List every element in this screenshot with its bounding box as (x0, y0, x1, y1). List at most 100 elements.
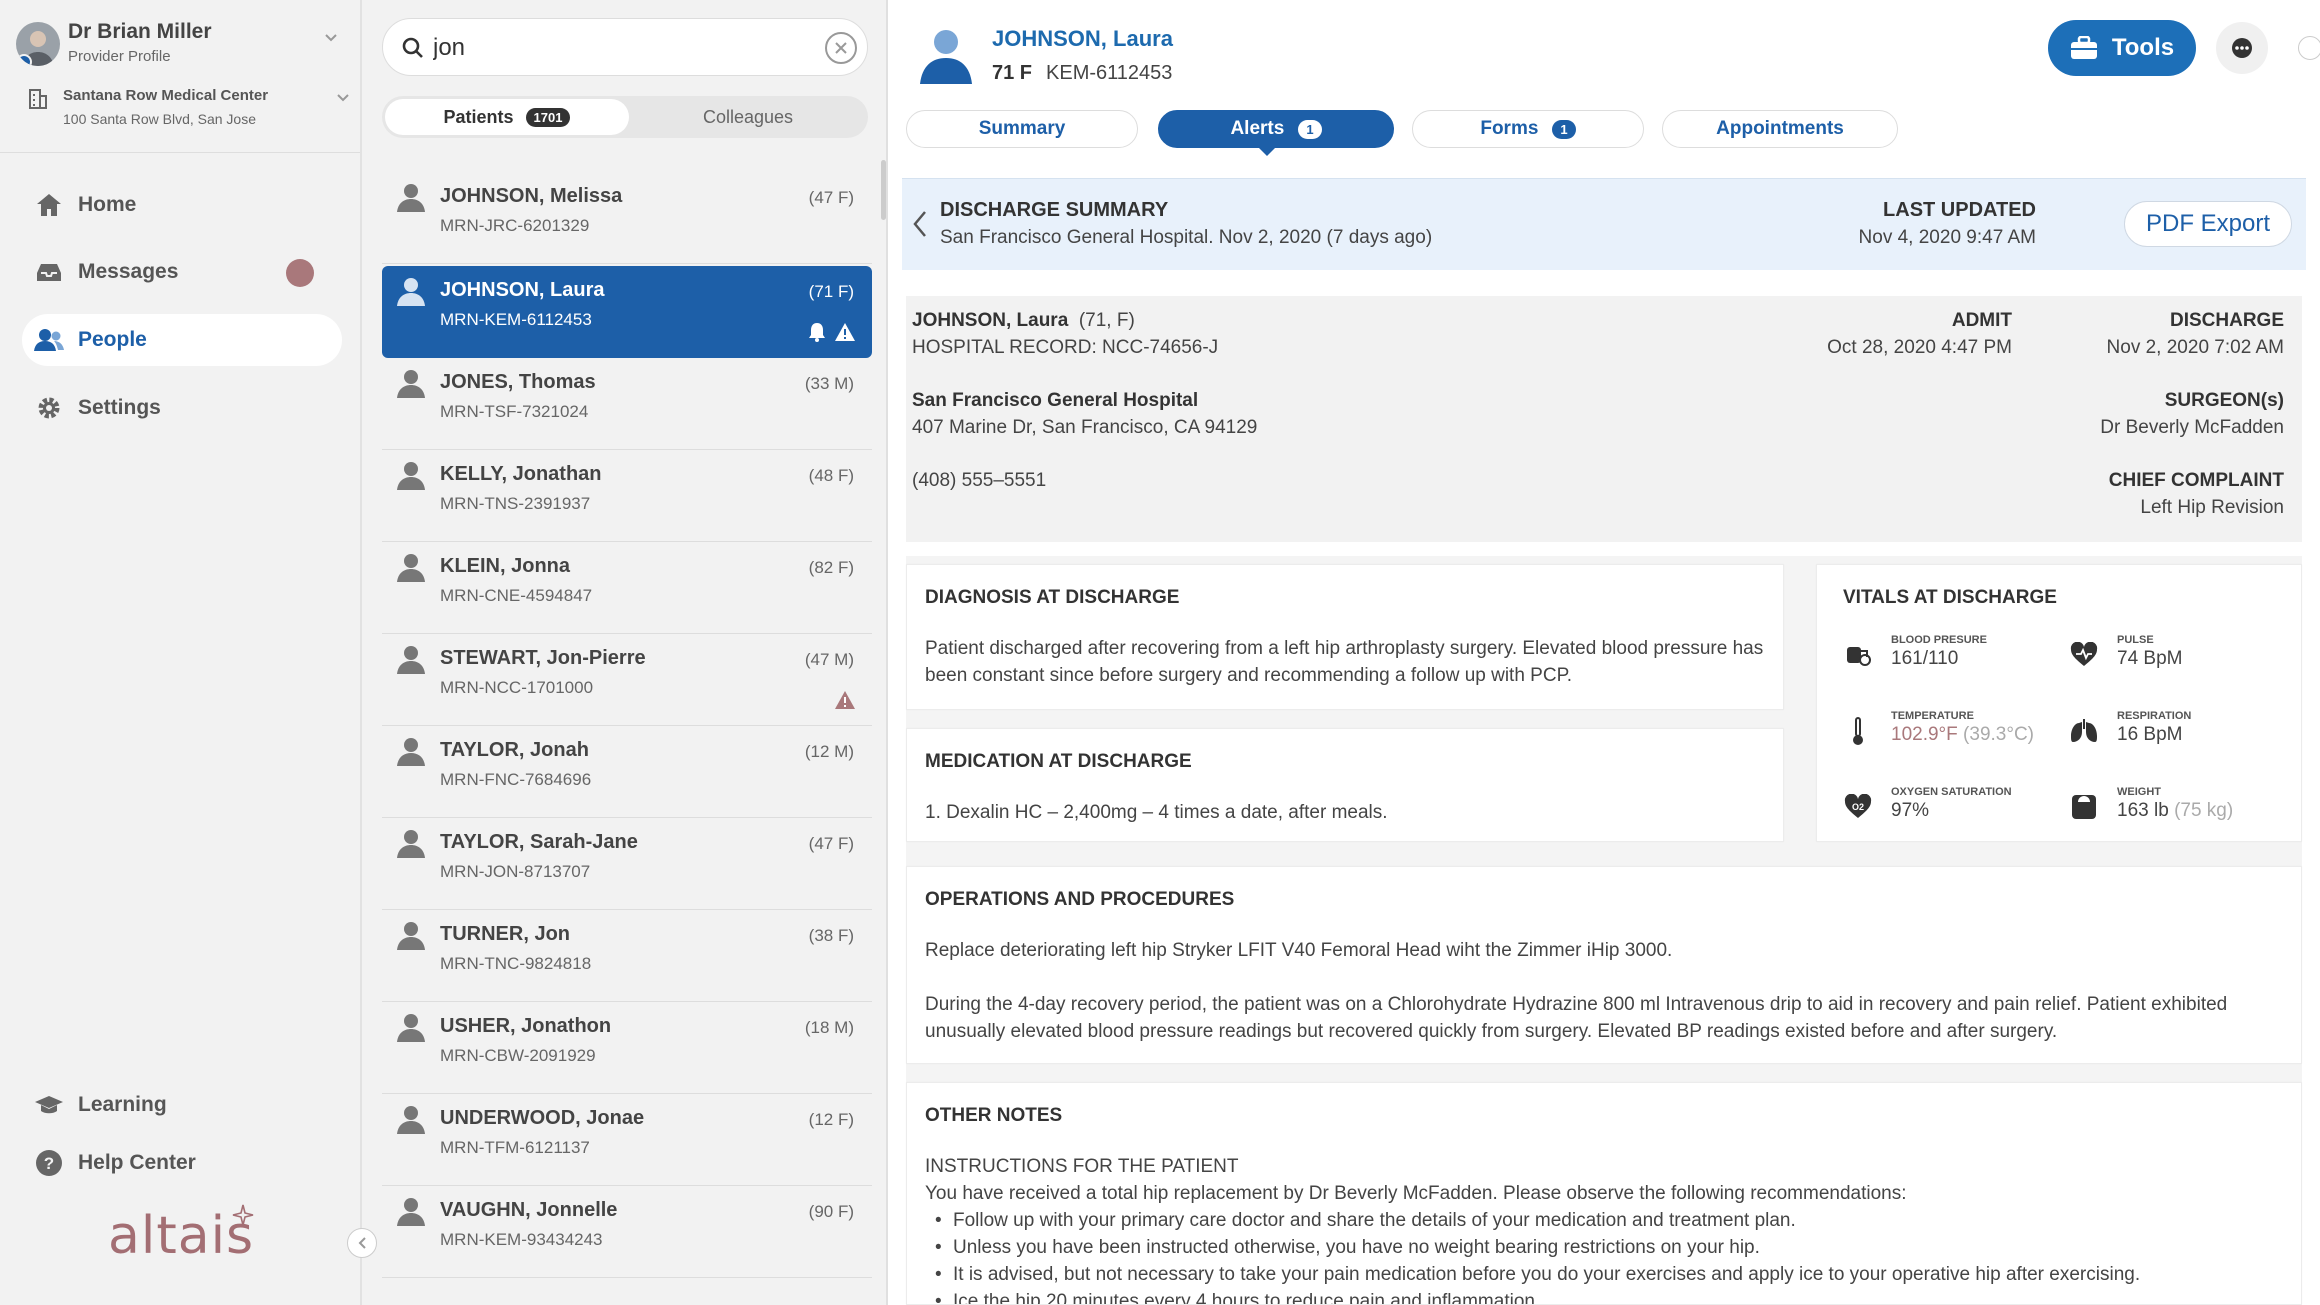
nav-label: Messages (78, 260, 179, 283)
vital-pulse: PULSE 74 BpM (2069, 634, 2269, 690)
vital-respiration: RESPIRATION 16 BpM (2069, 710, 2269, 766)
chevron-down-icon[interactable] (322, 28, 340, 46)
patient-name: USHER, Jonathon (440, 1015, 612, 1037)
patient-mrn: MRN-FNC-7684696 (440, 770, 592, 789)
medication-card: MEDICATION AT DISCHARGE 1. Dexalin HC – … (906, 728, 1784, 842)
nav-item-help-center[interactable]: ? Help Center (22, 1137, 342, 1189)
patient-name-link[interactable]: JOHNSON, Laura (992, 26, 1173, 52)
patient-age: (90 F) (808, 1202, 854, 1221)
patient-record-id: KEM-6112453 (1046, 62, 1173, 84)
patient-row[interactable]: TAYLOR, Jonah (12 M) MRN-FNC-7684696 (382, 726, 872, 818)
patient-row[interactable]: TAYLOR, Sarah-Jane (47 F) MRN-JON-8713707 (382, 818, 872, 910)
list-item: Unless you have been instructed otherwis… (925, 1234, 2285, 1261)
notes-title: OTHER NOTES (925, 1105, 1063, 1126)
patient-row[interactable]: KELLY, Jonathan (48 F) MRN-TNS-2391937 (382, 450, 872, 542)
chevron-left-icon (358, 1237, 366, 1249)
search-input[interactable] (433, 31, 803, 65)
tools-button[interactable]: Tools (2048, 20, 2196, 76)
vital-weight: WEIGHT 163 lb (75 kg) (2069, 786, 2269, 842)
chevron-down-icon[interactable] (334, 88, 352, 106)
search-icon (402, 37, 423, 58)
nav-item-messages[interactable]: Messages (22, 246, 342, 298)
list-segment-control: Patients 1701 Colleagues (382, 96, 868, 138)
patient-row[interactable]: JOHNSON, Melissa (47 F) MRN-JRC-6201329 (382, 172, 872, 264)
provider-name: Dr Brian Miller (68, 20, 212, 43)
other-notes-card: OTHER NOTES INSTRUCTIONS FOR THE PATIENT… (906, 1082, 2302, 1305)
hospital-name: San Francisco General Hospital (912, 390, 1199, 411)
nav-item-people[interactable]: People (22, 314, 342, 366)
nav-item-settings[interactable]: Settings (22, 382, 342, 434)
patient-row[interactable]: USHER, Jonathon (18 M) MRN-CBW-2091929 (382, 1002, 872, 1094)
people-icon (34, 325, 64, 355)
more-icon (2232, 38, 2252, 58)
tab-summary[interactable]: Summary (906, 110, 1138, 148)
left-navigation: Dr Brian Miller Provider Profile Santana… (0, 0, 362, 1305)
vital-oxygen-saturation: O2 OXYGEN SATURATION 97% (1843, 786, 2043, 842)
clinic-selector[interactable]: Santana Row Medical Center 100 Santa Row… (28, 86, 349, 136)
patient-age: (48 F) (808, 466, 854, 485)
warning-icon (835, 323, 855, 341)
segment-colleagues[interactable]: Colleagues (632, 99, 864, 135)
patient-row[interactable]: UNDERWOOD, Jonae (12 F) MRN-TFM-6121137 (382, 1094, 872, 1186)
vital-value: 97% (1891, 800, 1930, 821)
patient-row[interactable]: TURNER, Jon (38 F) MRN-TNC-9824818 (382, 910, 872, 1002)
close-icon (835, 42, 847, 54)
list-item: Follow up with your primary care doctor … (925, 1207, 2285, 1234)
patient-avatar-icon (920, 30, 972, 84)
temperature-f: 102.9°F (1891, 724, 1958, 745)
person-icon (397, 922, 425, 950)
active-tab-caret (1258, 147, 1276, 156)
nav-item-learning[interactable]: Learning (22, 1079, 342, 1131)
patient-name: TAYLOR, Sarah-Jane (440, 831, 638, 853)
patient-name: VAUGHN, Jonnelle (440, 1199, 618, 1221)
back-chevron-icon[interactable] (910, 209, 930, 239)
admit-value: Oct 28, 2020 4:47 PM (1827, 337, 2012, 358)
medication-title: MEDICATION AT DISCHARGE (925, 751, 1192, 772)
patient-row[interactable]: KLEIN, Jonna (82 F) MRN-CNE-4594847 (382, 542, 872, 634)
patient-row[interactable]: JONES, Thomas (33 M) MRN-TSF-7321024 (382, 358, 872, 450)
info-patient: JOHNSON, Laura (71, F) (912, 310, 1135, 332)
patient-mrn: MRN-TSF-7321024 (440, 402, 589, 421)
tab-forms[interactable]: Forms 1 (1412, 110, 1644, 148)
tools-label: Tools (2111, 34, 2175, 61)
person-icon (397, 738, 425, 766)
operations-title: OPERATIONS AND PROCEDURES (925, 889, 1235, 910)
patient-mrn: MRN-TNC-9824818 (440, 954, 592, 973)
nav-item-home[interactable]: Home (22, 179, 342, 231)
pdf-export-button[interactable]: PDF Export (2124, 201, 2292, 247)
more-options-button[interactable] (2216, 22, 2268, 74)
patient-age: (47 F) (808, 188, 854, 207)
patient-name: TAYLOR, Jonah (440, 739, 589, 761)
patient-mrn: MRN-KEM-6112453 (440, 310, 592, 329)
patient-age: (47 F) (808, 834, 854, 853)
tab-appointments[interactable]: Appointments (1662, 110, 1898, 148)
vital-value: 163 lb (75 kg) (2117, 800, 2233, 822)
provider-profile[interactable]: Dr Brian Miller Provider Profile (16, 18, 346, 72)
notes-intro: You have received a total hip replacemen… (925, 1183, 1907, 1204)
thermometer-icon (1843, 716, 1873, 746)
tab-label: Appointments (1716, 118, 1844, 139)
patient-mrn: MRN-NCC-1701000 (440, 678, 594, 697)
tab-alerts[interactable]: Alerts 1 (1158, 110, 1394, 148)
person-icon (397, 1198, 425, 1226)
operations-p2: During the 4-day recovery period, the pa… (925, 994, 2228, 1042)
person-icon (397, 554, 425, 582)
segment-patients[interactable]: Patients 1701 (385, 99, 629, 135)
hospital-address: 407 Marine Dr, San Francisco, CA 94129 (912, 417, 1258, 438)
patient-row[interactable]: VAUGHN, Jonnelle (90 F) MRN-KEM-93434243 (382, 1186, 872, 1278)
vital-value: 102.9°F (39.3°C) (1891, 724, 2034, 746)
patient-row[interactable]: STEWART, Jon-Pierre (47 M) MRN-NCC-1701000 (382, 634, 872, 726)
vital-label: OXYGEN SATURATION (1891, 786, 2012, 798)
collapse-sidebar-button[interactable] (347, 1228, 377, 1258)
patient-mrn: MRN-TNS-2391937 (440, 494, 591, 513)
expand-panel-button[interactable] (2298, 36, 2320, 60)
clear-search-button[interactable] (825, 32, 857, 64)
vital-label: WEIGHT (2117, 786, 2161, 798)
hospital-record: HOSPITAL RECORD: NCC-74656-J (912, 337, 1219, 358)
search-box (382, 18, 868, 76)
patient-row[interactable]: JOHNSON, Laura (71 F) MRN-KEM-6112453 (382, 266, 872, 358)
list-scrollbar[interactable] (881, 160, 886, 220)
nav-label: Help Center (78, 1151, 196, 1174)
home-icon (34, 190, 64, 220)
notes-list: Follow up with your primary care doctor … (925, 1207, 2285, 1304)
